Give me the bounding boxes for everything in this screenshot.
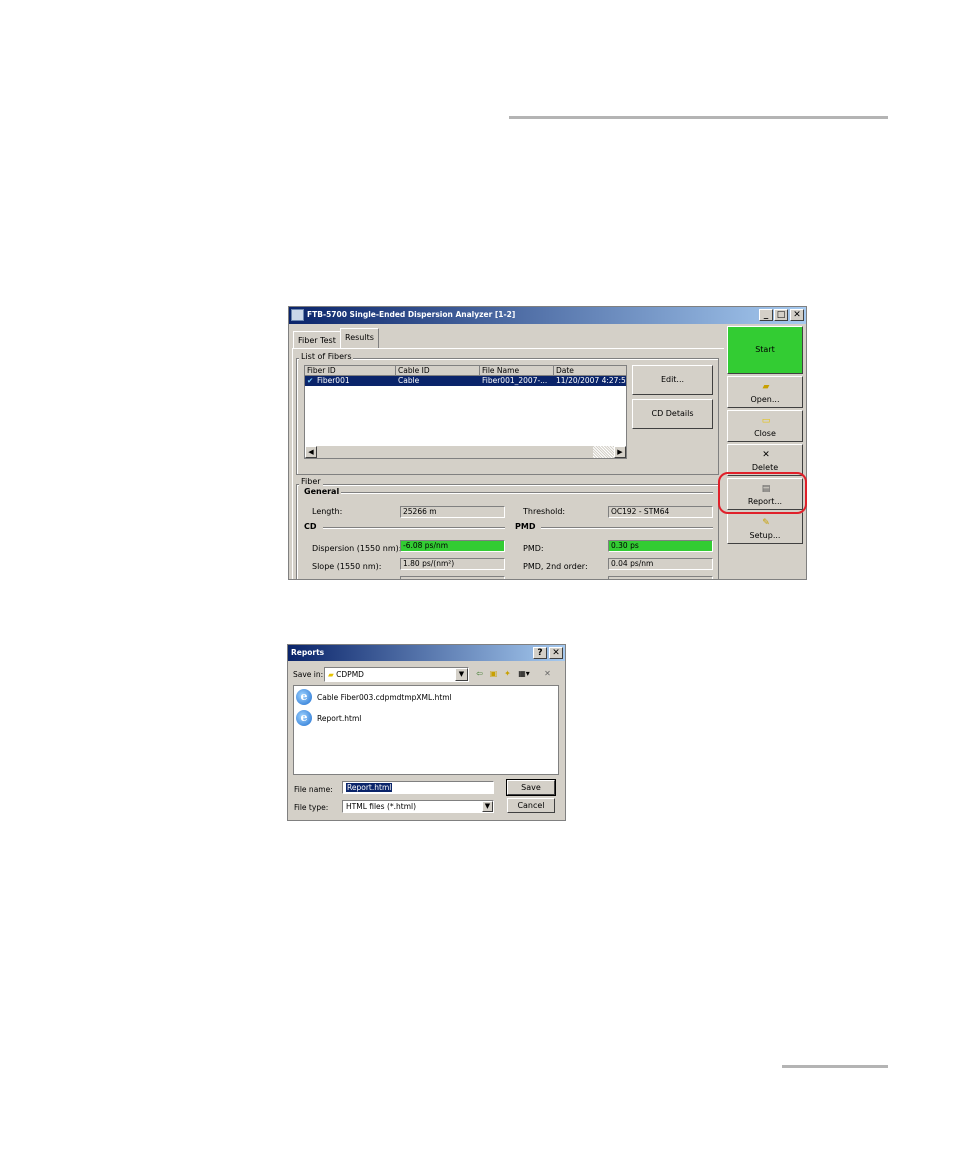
cd-details-button[interactable]: CD Details [632, 399, 713, 429]
pmd-value: 0.30 ps [608, 540, 713, 552]
tab-fiber-test[interactable]: Fiber Test [293, 331, 341, 348]
open-button[interactable]: ▰ Open... [727, 376, 803, 408]
checkmark-icon: ✔ [307, 376, 314, 385]
save-in-combo[interactable]: ▰ CDPMD ▼ [324, 667, 469, 682]
cell-cable-id: Cable [398, 376, 420, 385]
new-folder-icon[interactable]: ✦ [502, 668, 513, 679]
threshold-label: Threshold: [523, 507, 566, 516]
length-value: 25266 m [400, 506, 505, 518]
threshold-value: OC192 - STM64 [608, 506, 713, 518]
minimize-button[interactable]: _ [759, 309, 773, 321]
help-button[interactable]: ? [533, 647, 547, 659]
setup-icon: ✎ [762, 518, 770, 528]
ie-document-icon: e [296, 710, 312, 726]
file-type-label: File type: [294, 803, 329, 812]
cutoff-value-right [608, 576, 713, 579]
cell-fiber-id: Fiber001 [317, 376, 350, 385]
slope-value: 1.80 ps/(nm²) [400, 558, 505, 570]
chevron-down-icon[interactable]: ▼ [482, 801, 493, 812]
dispersion-label: Dispersion (1550 nm): [312, 544, 402, 553]
file-name-input[interactable]: Report.html [342, 781, 494, 794]
up-folder-icon[interactable]: ▣ [488, 668, 499, 679]
general-section-label: General [304, 487, 340, 496]
pmd-section-label: PMD [515, 522, 536, 531]
save-in-value: CDPMD [336, 670, 364, 679]
cd-divider [323, 527, 505, 529]
file-name-text: Cable Fiber003.cdpmdtmpXML.html [317, 693, 452, 702]
close-button-label: Close [754, 429, 776, 438]
ie-document-icon: e [296, 689, 312, 705]
pmd-2nd-order-label: PMD, 2nd order: [523, 562, 588, 571]
col-fiber-id[interactable]: Fiber ID [305, 366, 396, 376]
length-label: Length: [312, 507, 343, 516]
col-cable-id[interactable]: Cable ID [396, 366, 480, 376]
setup-button[interactable]: ✎ Setup... [727, 512, 803, 544]
cell-date: 11/20/2007 4:27:5 [556, 376, 626, 385]
reports-title: Reports [291, 648, 325, 657]
fiber-label: Fiber [299, 477, 323, 486]
analyzer-title-bar: FTB-5700 Single-Ended Dispersion Analyze… [289, 307, 806, 324]
close-window-button[interactable]: ✕ [790, 309, 804, 321]
folder-icon: ▭ [761, 416, 771, 426]
maximize-button[interactable]: □ [774, 309, 788, 321]
view-menu-icon[interactable]: ▦▾ [516, 668, 532, 679]
reports-dialog: Reports ? ✕ Save in: ▰ CDPMD ▼ ⇦ ▣ ✦ ▦▾ … [287, 644, 566, 821]
slope-label: Slope (1550 nm): [312, 562, 382, 571]
table-row[interactable]: ✔ Fiber001 Cable Fiber001_2007-... 11/20… [305, 376, 626, 386]
col-file-name[interactable]: File Name [480, 366, 554, 376]
scroll-right-button[interactable]: ▶ [614, 446, 626, 458]
chevron-down-icon[interactable]: ▼ [455, 668, 468, 681]
scroll-left-button[interactable]: ◀ [305, 446, 317, 458]
cancel-button[interactable]: Cancel [507, 798, 555, 813]
file-list[interactable]: e Cable Fiber003.cdpmdtmpXML.html e Repo… [293, 685, 559, 775]
file-type-select[interactable]: HTML files (*.html) ▼ [342, 800, 494, 813]
close-button[interactable]: ▭ Close [727, 410, 803, 442]
dialog-close-button[interactable]: ✕ [549, 647, 563, 659]
list-item[interactable]: e Report.html [296, 710, 496, 728]
fiber-list[interactable]: Fiber ID Cable ID File Name Date ✔ Fiber… [304, 365, 627, 459]
file-type-value: HTML files (*.html) [346, 802, 417, 811]
delete-button-label: Delete [751, 463, 779, 472]
reports-title-bar: Reports ? ✕ [288, 645, 565, 661]
list-item[interactable]: e Cable Fiber003.cdpmdtmpXML.html [296, 689, 496, 707]
back-icon[interactable]: ⇦ [474, 668, 485, 679]
footer-rule [782, 1065, 888, 1068]
scroll-track[interactable] [317, 446, 593, 458]
analyzer-window: FTB-5700 Single-Ended Dispersion Analyze… [288, 306, 807, 580]
open-button-label: Open... [750, 395, 780, 404]
cd-section-label: CD [304, 522, 317, 531]
analyzer-title: FTB-5700 Single-Ended Dispersion Analyze… [307, 310, 516, 319]
header-rule [509, 116, 888, 119]
folder-icon: ▰ [328, 670, 334, 679]
cell-file-name: Fiber001_2007-... [482, 376, 548, 385]
save-in-label: Save in: [293, 670, 324, 679]
folder-open-icon: ▰ [762, 382, 770, 392]
file-name-text: Report.html [317, 714, 362, 723]
file-name-label: File name: [294, 785, 333, 794]
list-of-fibers-label: List of Fibers [299, 352, 354, 361]
dispersion-value: -6.08 ps/nm [400, 540, 505, 552]
delete-icon: ✕ [762, 450, 770, 460]
cutoff-value-left [400, 576, 505, 579]
start-button[interactable]: Start [727, 326, 803, 374]
pmd-label: PMD: [523, 544, 544, 553]
pmd-divider [541, 527, 713, 529]
report-highlight-ring [718, 472, 807, 514]
scroll-thumb[interactable] [593, 446, 614, 458]
file-name-value: Report.html [346, 783, 393, 792]
horizontal-scrollbar[interactable]: ◀ ▶ [305, 446, 626, 458]
app-icon [291, 309, 304, 321]
general-divider [341, 492, 713, 494]
tab-results[interactable]: Results [340, 328, 379, 349]
delete-icon[interactable]: ✕ [542, 668, 553, 679]
setup-button-label: Setup... [749, 531, 781, 540]
pmd-2nd-order-value: 0.04 ps/nm [608, 558, 713, 570]
col-date[interactable]: Date [554, 366, 626, 376]
edit-button[interactable]: Edit... [632, 365, 713, 395]
save-button[interactable]: Save [506, 779, 556, 796]
